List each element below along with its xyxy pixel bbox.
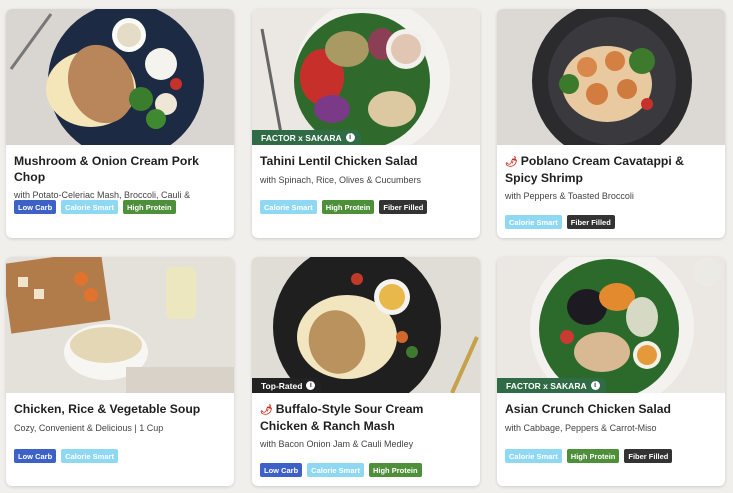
tag-high-protein: High Protein — [368, 463, 422, 477]
tag-calorie-smart: Calorie Smart — [61, 449, 118, 463]
tag-low-carb: Low Carb — [260, 463, 303, 477]
meal-card[interactable]: Mushroom & Onion Cream Pork Chop with Po… — [6, 9, 234, 238]
meal-subtitle: Cozy, Convenient & Delicious | 1 Cup — [14, 422, 164, 433]
meal-title[interactable]: 🌶︎ Poblano Cream Cavatappi & Spicy Shrimp — [505, 154, 717, 186]
info-icon[interactable]: i — [590, 381, 600, 390]
meal-card[interactable]: FACTOR x SAKARA i Asian Crunch Chicken S… — [497, 257, 725, 486]
badge-label: FACTOR x SAKARA — [261, 132, 342, 143]
badge-label: FACTOR x SAKARA — [506, 380, 587, 391]
tag-list: Low Carb Calorie Smart — [14, 449, 118, 463]
meal-image — [497, 9, 725, 145]
meal-title[interactable]: Asian Crunch Chicken Salad — [505, 402, 717, 418]
meal-title[interactable]: 🌶︎ Buffalo-Style Sour Cream Chicken & Ran… — [260, 402, 472, 434]
meal-image — [6, 257, 234, 393]
meal-subtitle: with Cabbage, Peppers & Carrot-Miso — [505, 422, 657, 433]
tag-low-carb: Low Carb — [14, 200, 57, 214]
meal-title-text: Poblano Cream Cavatappi & Spicy Shrimp — [505, 154, 684, 185]
tag-fiber-filled: Fiber Filled — [379, 200, 428, 214]
tag-calorie-smart: Calorie Smart — [307, 463, 364, 477]
meal-card[interactable]: Chicken, Rice & Vegetable Soup Cozy, Con… — [6, 257, 234, 486]
tag-list: Calorie Smart Fiber Filled — [505, 215, 615, 229]
meal-grid: Mushroom & Onion Cream Pork Chop with Po… — [0, 0, 733, 493]
meal-image: FACTOR x SAKARA i — [252, 9, 480, 145]
tag-fiber-filled: Fiber Filled — [624, 449, 673, 463]
chili-pepper-icon: 🌶︎ — [505, 157, 518, 168]
tag-calorie-smart: Calorie Smart — [260, 200, 317, 214]
tag-calorie-smart: Calorie Smart — [61, 200, 118, 214]
meal-subtitle: with Spinach, Rice, Olives & Cucumbers — [260, 174, 422, 185]
meal-title[interactable]: Tahini Lentil Chicken Salad — [260, 154, 472, 170]
tag-fiber-filled: Fiber Filled — [566, 215, 615, 229]
chili-pepper-icon: 🌶︎ — [260, 405, 273, 416]
top-rated-badge[interactable]: Top-Rated i — [252, 378, 322, 393]
meal-title[interactable]: Mushroom & Onion Cream Pork Chop — [14, 154, 226, 185]
badge-label: Top-Rated — [261, 380, 303, 391]
tag-high-protein: High Protein — [566, 449, 620, 463]
tag-high-protein: High Protein — [122, 200, 176, 214]
tag-low-carb: Low Carb — [14, 449, 57, 463]
meal-subtitle: with Bacon Onion Jam & Cauli Medley — [260, 439, 414, 449]
tag-list: Calorie Smart High Protein Fiber Filled — [505, 449, 673, 463]
info-icon[interactable]: i — [306, 381, 316, 390]
meal-title[interactable]: Chicken, Rice & Vegetable Soup — [14, 402, 226, 418]
tag-list: Low Carb Calorie Smart High Protein — [14, 200, 176, 214]
meal-card[interactable]: 🌶︎ Poblano Cream Cavatappi & Spicy Shrimp… — [497, 9, 725, 238]
meal-card[interactable]: FACTOR x SAKARA i Tahini Lentil Chicken … — [252, 9, 480, 238]
meal-image: Top-Rated i — [252, 257, 480, 393]
tag-list: Low Carb Calorie Smart High Protein — [260, 463, 422, 477]
info-icon[interactable]: i — [345, 133, 355, 142]
meal-card[interactable]: Top-Rated i 🌶︎ Buffalo-Style Sour Cream C… — [252, 257, 480, 486]
tag-calorie-smart: Calorie Smart — [505, 215, 562, 229]
tag-list: Calorie Smart High Protein Fiber Filled — [260, 200, 428, 214]
meal-subtitle: with Peppers & Toasted Broccoli — [505, 191, 634, 201]
tag-calorie-smart: Calorie Smart — [505, 449, 562, 463]
factor-sakara-badge[interactable]: FACTOR x SAKARA i — [497, 378, 606, 393]
meal-image — [6, 9, 234, 145]
meal-image: FACTOR x SAKARA i — [497, 257, 725, 393]
meal-title-text: Buffalo-Style Sour Cream Chicken & Ranch… — [260, 402, 424, 433]
factor-sakara-badge[interactable]: FACTOR x SAKARA i — [252, 130, 361, 145]
tag-high-protein: High Protein — [321, 200, 375, 214]
